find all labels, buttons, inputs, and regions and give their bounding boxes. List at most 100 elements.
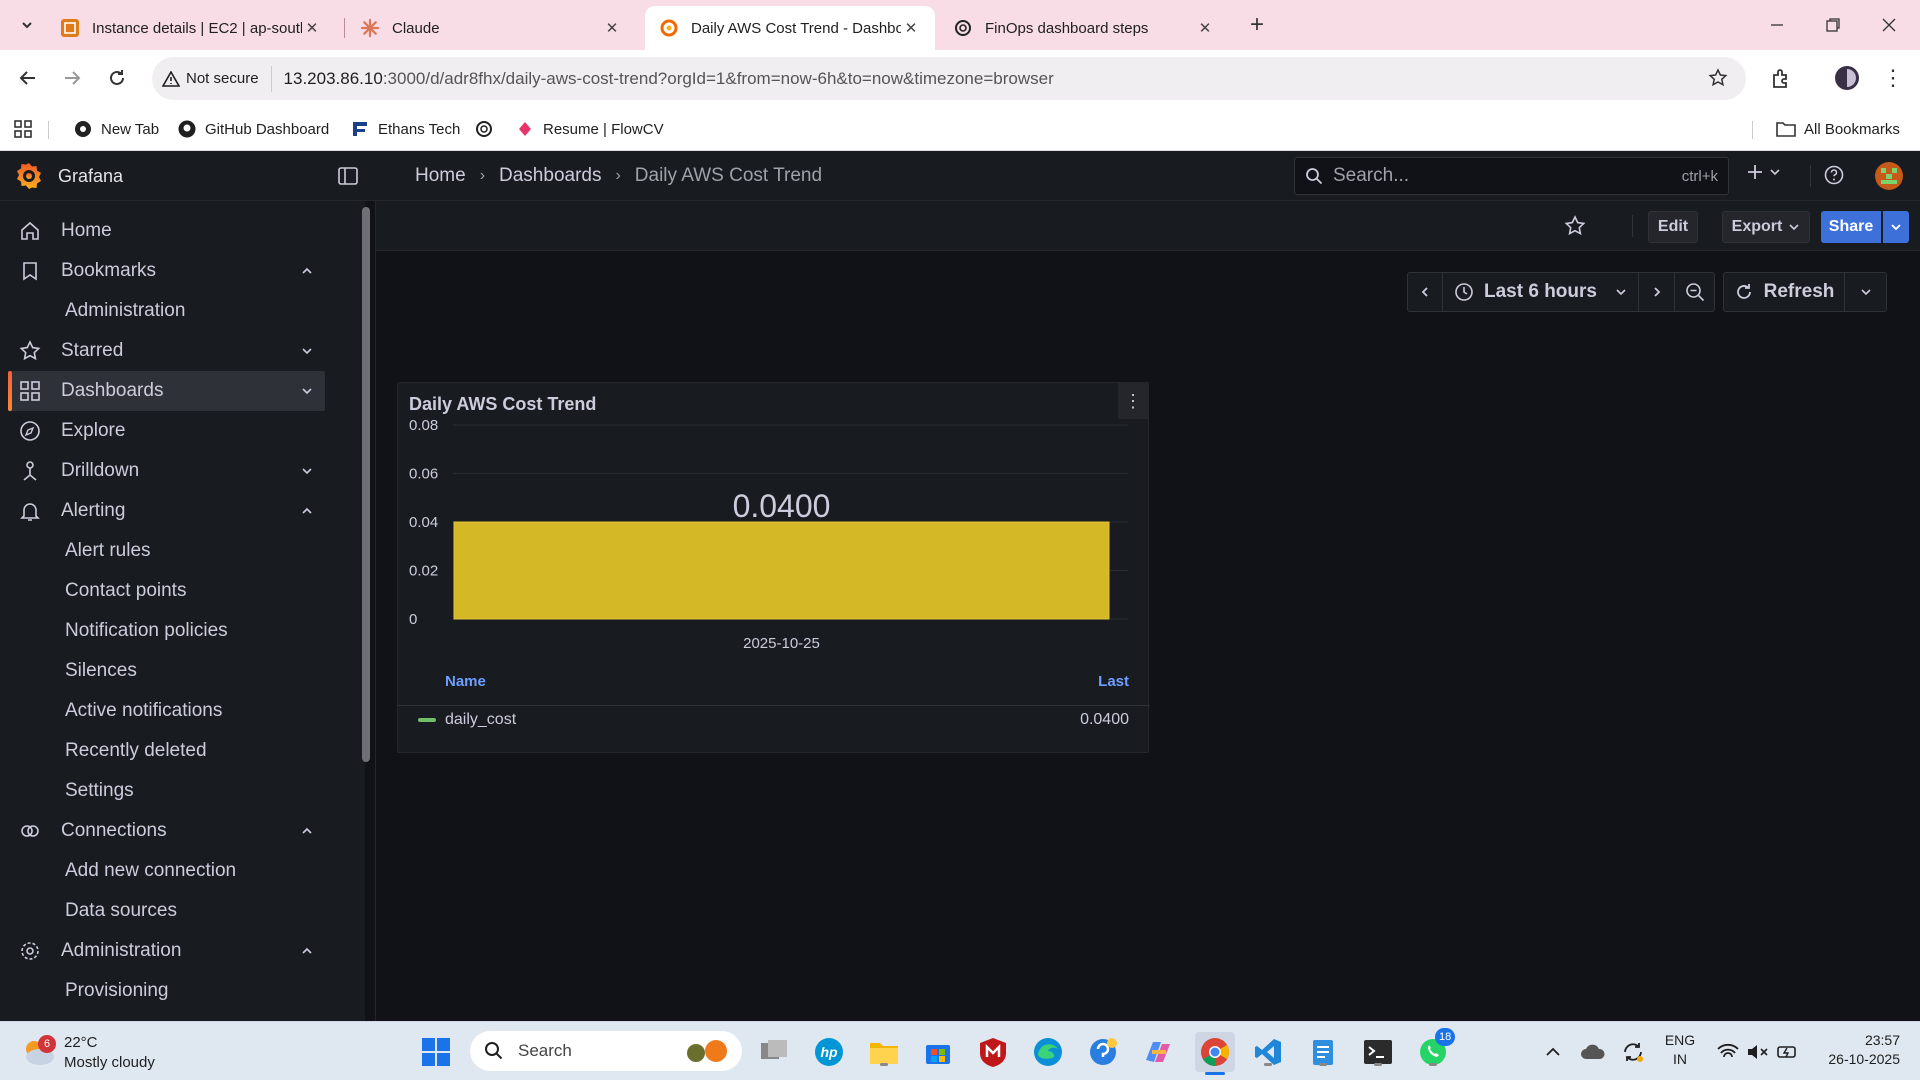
sidebar-scrollbar[interactable] [362,207,370,762]
hp-app-icon[interactable]: hp [811,1034,847,1070]
chat-helper-icon[interactable] [1085,1034,1121,1070]
mcafee-icon[interactable] [975,1034,1011,1070]
battery-charging-icon[interactable] [1770,1034,1806,1070]
share-button[interactable]: Share [1821,211,1881,243]
browser-tab-active[interactable]: Daily AWS Cost Trend - Dashboards - Graf… [645,6,935,50]
time-back-button[interactable] [1407,272,1443,312]
bookmark-openai[interactable] [474,117,502,141]
legend-last-header[interactable]: Last [1098,673,1129,690]
extensions-icon[interactable] [1765,62,1797,94]
sidebar-item-contact-points[interactable]: Contact points [8,571,325,611]
close-icon[interactable]: ✕ [602,19,622,37]
onedrive-cloud-icon[interactable] [1575,1034,1611,1070]
start-windows-icon[interactable] [418,1034,454,1070]
export-button[interactable]: Export [1722,211,1810,243]
legend-name-header[interactable]: Name [445,673,486,690]
sync-icon[interactable] [1615,1034,1651,1070]
terminal-icon[interactable] [1360,1034,1396,1070]
sidebar-item-active-notifications[interactable]: Active notifications [8,691,325,731]
user-avatar[interactable] [1875,162,1903,190]
sidebar-item-starred[interactable]: Starred [8,331,325,371]
chevron-up-icon[interactable] [301,505,325,517]
breadcrumb-home[interactable]: Home [415,165,466,187]
chevron-down-icon[interactable] [301,345,325,357]
share-dropdown-button[interactable] [1883,211,1909,243]
dashboard-panel[interactable]: Daily AWS Cost Trend ⋮ 0 0.02 0.04 0.06 0.08… [397,382,1150,753]
breadcrumb-dashboards[interactable]: Dashboards [499,165,601,187]
refresh-interval-dropdown[interactable] [1845,272,1887,312]
file-explorer-icon[interactable] [866,1034,902,1070]
language-indicator[interactable]: ENG IN [1660,1031,1700,1069]
chevron-up-icon[interactable] [301,945,325,957]
microsoft-store-icon[interactable] [920,1034,956,1070]
chevron-up-icon[interactable] [301,265,325,277]
mark-favorite-star-icon[interactable] [1564,215,1586,237]
bookmark-new-tab[interactable]: New Tab [73,117,159,141]
sidebar-item-explore[interactable]: Explore [8,411,325,451]
browser-tab[interactable]: Claude ✕ [346,6,636,50]
chevron-down-icon[interactable] [301,385,325,397]
grafana-logo-icon[interactable] [14,161,44,191]
edit-button[interactable]: Edit [1648,211,1698,243]
time-range-picker[interactable]: Last 6 hours [1443,272,1639,312]
help-icon[interactable] [1824,165,1844,185]
browser-tab[interactable]: FinOps dashboard steps ✕ [939,6,1229,50]
forward-icon[interactable] [56,62,88,94]
close-window-icon[interactable] [1874,10,1904,40]
close-icon[interactable]: ✕ [302,19,322,37]
panel-title[interactable]: Daily AWS Cost Trend [409,394,596,415]
tab-search-button[interactable] [12,10,42,40]
back-icon[interactable] [12,62,44,94]
copilot-icon[interactable] [1140,1034,1176,1070]
chevron-down-icon[interactable] [301,465,325,477]
security-chip[interactable]: Not secure [162,65,272,92]
system-clock[interactable]: 23:57 26-10-2025 [1810,1031,1900,1069]
sidebar-item-bookmarks[interactable]: Bookmarks [8,251,325,291]
sidebar-item-administration[interactable]: Administration [8,291,325,331]
sidebar-item-home[interactable]: Home [8,211,325,251]
chevron-up-icon[interactable] [1535,1034,1571,1070]
dock-menu-icon[interactable] [338,166,358,186]
sidebar-item-silences[interactable]: Silences [8,651,325,691]
search-input[interactable]: Search... ctrl+k [1294,157,1729,195]
bookmark-flowcv[interactable]: Resume | FlowCV [515,117,664,141]
sidebar-item-add-new-connection[interactable]: Add new connection [8,851,325,891]
taskbar-search-box[interactable]: Search [470,1031,742,1071]
weather-widget[interactable]: 6 22°C Mostly cloudy [20,1030,170,1074]
sidebar-item-data-sources[interactable]: Data sources [8,891,325,931]
sidebar-item-alerting[interactable]: Alerting [8,491,325,531]
sidebar-item-provisioning[interactable]: Provisioning [8,971,325,1011]
sidebar-item-connections[interactable]: Connections [8,811,325,851]
browser-tab[interactable]: Instance details | EC2 | ap-south-1 ✕ [46,6,336,50]
notepad-icon[interactable] [1305,1034,1341,1070]
sidebar-item-drilldown[interactable]: Drilldown [8,451,325,491]
profile-avatar[interactable] [1831,62,1863,94]
sidebar-item-recently-deleted[interactable]: Recently deleted [8,731,325,771]
sidebar-item-administration[interactable]: Administration [8,931,325,971]
minimize-icon[interactable] [1762,10,1792,40]
bookmark-ethans-tech[interactable]: Ethans Tech [350,117,460,141]
bookmark-star-icon[interactable] [1708,68,1728,88]
add-new-button[interactable] [1746,163,1781,181]
task-view-icon[interactable] [756,1034,792,1070]
reload-icon[interactable] [101,62,133,94]
new-tab-button[interactable]: + [1242,10,1272,40]
legend-row[interactable]: daily_cost 0.0400 [398,705,1150,729]
vscode-icon[interactable] [1250,1034,1286,1070]
sidebar-item-dashboards[interactable]: Dashboards [8,371,325,411]
all-bookmarks-button[interactable]: All Bookmarks [1776,117,1900,141]
menu-kebab-icon[interactable]: ⋮ [1877,62,1909,94]
refresh-button[interactable]: Refresh [1723,272,1845,312]
zoom-out-button[interactable] [1675,272,1715,312]
chevron-up-icon[interactable] [301,825,325,837]
whatsapp-icon[interactable]: 18 [1415,1028,1456,1070]
edge-browser-icon[interactable] [1030,1034,1066,1070]
bookmark-github[interactable]: GitHub Dashboard [177,117,329,141]
close-icon[interactable]: ✕ [1195,19,1215,37]
url-text[interactable]: 13.203.86.10:3000/d/adr8fhx/daily-aws-co… [284,69,1054,89]
sidebar-item-settings[interactable]: Settings [8,771,325,811]
close-icon[interactable]: ✕ [901,19,921,37]
restore-icon[interactable] [1818,10,1848,40]
sidebar-item-notification-policies[interactable]: Notification policies [8,611,325,651]
chrome-browser-icon[interactable] [1195,1032,1235,1075]
